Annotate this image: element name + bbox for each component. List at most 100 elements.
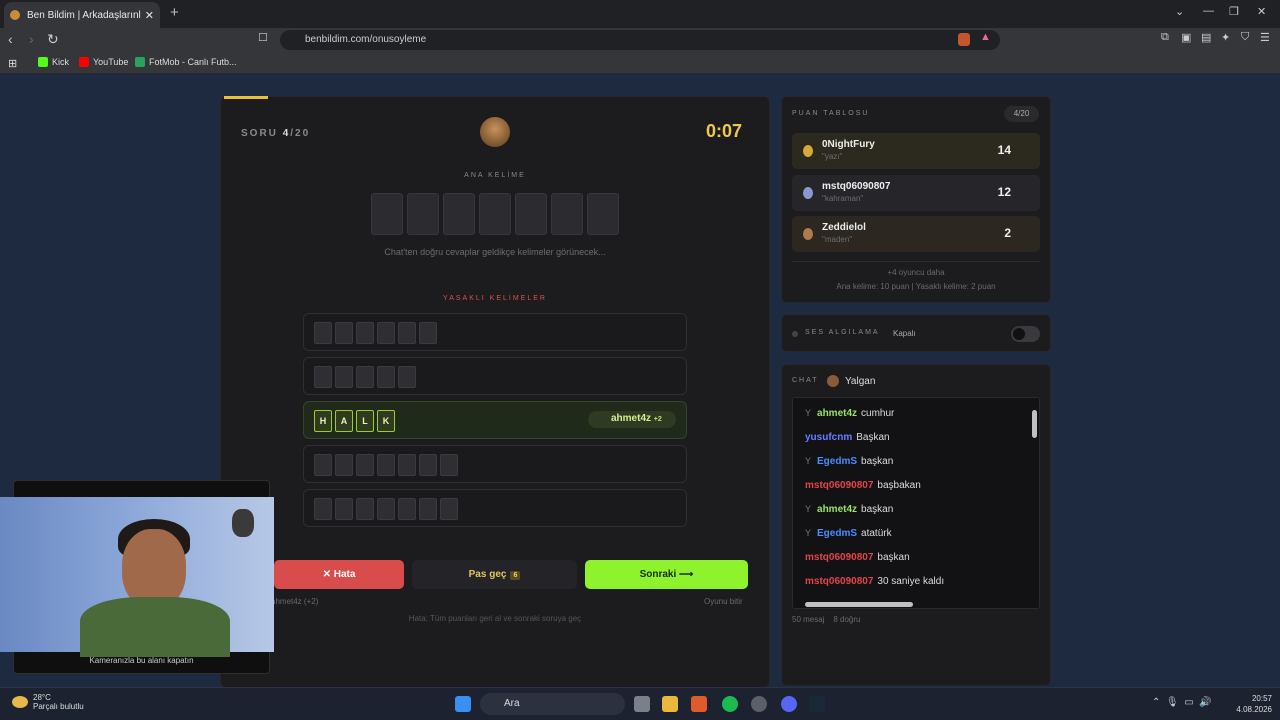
bookmark-fotmob[interactable]: FotMob - Canlı Futb...: [135, 57, 237, 67]
fotmob-icon: [135, 57, 145, 67]
back-icon[interactable]: ‹: [8, 31, 13, 47]
weather-widget[interactable]: 28°C Parçalı bulutlu: [12, 693, 84, 711]
sidebar-icon[interactable]: ▣: [1181, 31, 1191, 44]
address-bar[interactable]: benbildim.com/onusoyleme: [280, 30, 1000, 50]
scoring-rules: Ana kelime: 10 puan | Yasaklı kelime: 2 …: [836, 282, 996, 291]
chat-message: mstq06090807 başbakan: [805, 480, 921, 491]
apps-icon[interactable]: ⊞: [8, 57, 17, 70]
spotify-icon[interactable]: [722, 696, 738, 712]
chat-stats: 50 mesaj 8 doğru: [792, 615, 861, 624]
chat-username[interactable]: mstq06090807: [805, 480, 873, 491]
skip-button[interactable]: Pas geç 6: [412, 560, 577, 589]
leaderboard-row: 0NightFury "yazı" 14: [792, 133, 1040, 169]
close-tab-icon[interactable]: ✕: [145, 9, 154, 22]
bookmark-icon[interactable]: ☐: [258, 31, 268, 44]
forward-icon[interactable]: ›: [29, 31, 34, 47]
app-icon[interactable]: [751, 696, 767, 712]
chat-text: atatürk: [861, 528, 892, 539]
new-tab-icon[interactable]: +: [170, 4, 179, 21]
channel-name: Yalgan: [845, 376, 876, 387]
timer: 0:07: [706, 121, 743, 141]
chat-message: mstq06090807 başkan: [805, 552, 910, 563]
chat-username[interactable]: ahmet4z: [817, 408, 857, 419]
channel-avatar: [827, 375, 839, 387]
forbidden-word-row: [303, 357, 687, 395]
start-icon[interactable]: [455, 696, 471, 712]
leaderboard-row: mstq06090807 "kahraman" 12: [792, 175, 1040, 211]
badge-icon: Y: [805, 528, 812, 538]
chat-message: Yahmet4z başkan: [805, 504, 893, 515]
divider: [792, 261, 1040, 262]
bronze-medal-icon: [803, 228, 813, 240]
leaderboard-title: PUAN TABLOSU: [792, 110, 870, 117]
clock[interactable]: 20:57 4.08.2026: [1228, 693, 1272, 715]
rewards-icon[interactable]: ▲: [980, 31, 991, 43]
chat-message: Y EgedmS atatürk: [805, 528, 892, 539]
tab-title: Ben Bildim | Arkadaşlarınla Online: [27, 9, 141, 21]
camera-caption: Kameranızla bu alanı kapatın: [89, 656, 194, 665]
chat-text: cumhur: [861, 408, 895, 419]
revealed-letter: A: [335, 410, 353, 432]
brave-shield-icon[interactable]: [958, 33, 970, 46]
weather-icon: [12, 696, 28, 708]
chat-username[interactable]: yusufcnm: [805, 432, 852, 443]
brave-icon[interactable]: [691, 696, 707, 712]
chat-message: mstq06090807 30 saniye kaldı: [805, 576, 944, 587]
chat-hscroll-thumb[interactable]: [805, 602, 913, 607]
sound-detect-toggle[interactable]: [1011, 326, 1040, 342]
leo-icon[interactable]: ✦: [1221, 31, 1230, 44]
chat-text: Başkan: [856, 432, 890, 443]
sound-detect-label: SES ALGILAMA: [805, 329, 880, 336]
chat-username[interactable]: ahmet4z: [817, 504, 857, 515]
close-window-icon[interactable]: ✕: [1257, 5, 1266, 18]
main-word-label: ANA KELİME: [464, 172, 526, 179]
menu-icon[interactable]: ☰: [1260, 31, 1270, 44]
file-explorer-icon[interactable]: [662, 696, 678, 712]
letter-slot: [443, 193, 475, 235]
letter-slot: [515, 193, 547, 235]
end-game-link[interactable]: Oyunu bitir: [704, 597, 743, 606]
chat-username[interactable]: EgedmS: [817, 528, 857, 539]
question-counter: SORU 4/20: [241, 128, 311, 139]
chat-username[interactable]: EgedmS: [817, 456, 857, 467]
tab-bar: [0, 0, 1280, 28]
system-tray[interactable]: ⌃ 🎙 ▭ 🔊: [1152, 697, 1212, 708]
chat-username[interactable]: mstq06090807: [805, 576, 873, 587]
chat-text: başkan: [877, 552, 910, 563]
bookmark-youtube[interactable]: YouTube: [79, 57, 128, 67]
letter-slot: [407, 193, 439, 235]
revealed-by-badge: ahmet4z +2: [588, 411, 676, 428]
letter-slot: [551, 193, 583, 235]
revealed-letter: K: [377, 410, 395, 432]
letter-slot: [479, 193, 511, 235]
maximize-icon[interactable]: ❐: [1229, 5, 1239, 18]
chat-username[interactable]: mstq06090807: [805, 552, 873, 563]
vpn-icon[interactable]: ⛉: [1241, 31, 1249, 44]
site-favicon-icon: [10, 10, 20, 20]
next-button[interactable]: Sonraki ⟶: [585, 560, 748, 589]
browser-tab[interactable]: Ben Bildim | Arkadaşlarınla Online ✕: [4, 2, 160, 28]
nav-bar: ‹ › ↻ ☐ benbildim.com/onusoyleme ▲ ⧉ ▣ ▤…: [0, 28, 1280, 52]
leaderboard-count: 4/20: [1004, 106, 1039, 122]
chat-label: CHAT: [792, 377, 819, 384]
revealed-letter: L: [356, 410, 374, 432]
taskbar-search[interactable]: Ara: [480, 693, 625, 715]
wrong-button[interactable]: ✕ Hata: [274, 560, 404, 589]
wallet-icon[interactable]: ▤: [1201, 31, 1211, 44]
steam-icon[interactable]: [809, 696, 825, 712]
task-view-icon[interactable]: [634, 696, 650, 712]
reload-icon[interactable]: ↻: [47, 31, 59, 48]
tab-list-icon[interactable]: ⌄: [1175, 5, 1184, 18]
more-players-text: +4 oyuncu daha: [887, 268, 945, 277]
minimize-icon[interactable]: —: [1203, 5, 1214, 17]
revealed-letter: H: [314, 410, 332, 432]
discord-icon[interactable]: [781, 696, 797, 712]
letter-slot: [587, 193, 619, 235]
bookmark-kick[interactable]: Kick: [38, 57, 69, 67]
skip-count-badge: 6: [510, 571, 521, 580]
badge-icon: Y: [805, 456, 812, 466]
extensions-icon[interactable]: ⧉: [1161, 31, 1169, 44]
chat-scroll-thumb[interactable]: [1032, 410, 1037, 438]
silver-medal-icon: [803, 187, 813, 199]
status-dot-icon: [792, 331, 798, 337]
